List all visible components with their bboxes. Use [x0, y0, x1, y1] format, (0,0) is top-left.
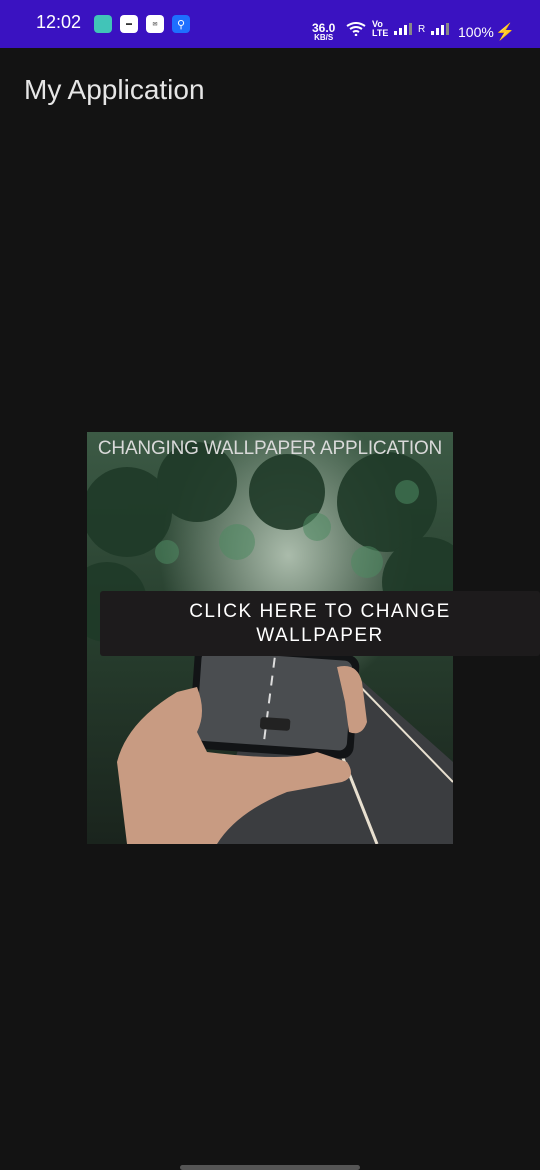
- roaming-label: R: [418, 23, 426, 35]
- volte-label: Vo LTE: [372, 19, 389, 38]
- connectivity-icons: Vo LTE R: [346, 19, 450, 38]
- battery-level: 100%: [458, 24, 494, 40]
- dialer-icon: ▬: [120, 15, 138, 33]
- net-speed-unit: KB/S: [314, 33, 334, 42]
- home-indicator[interactable]: [180, 1165, 360, 1170]
- mail-icon: ✉: [146, 15, 164, 33]
- change-wallpaper-label: CLICK HERE TO CHANGE WALLPAPER: [189, 600, 451, 646]
- usb-icon: ⚲: [172, 15, 190, 33]
- notification-icons: ▬ ✉ ⚲: [94, 15, 190, 33]
- messages-icon: [94, 15, 112, 33]
- app-title: My Application: [24, 74, 205, 105]
- change-wallpaper-button[interactable]: CLICK HERE TO CHANGE WALLPAPER: [100, 591, 540, 656]
- charging-bolt-icon: ⚡: [495, 24, 515, 41]
- status-time: 12:02: [36, 12, 82, 32]
- wifi-icon: [346, 22, 366, 36]
- signal-icon-2: [431, 23, 450, 35]
- net-speed: 36.0 KB/S: [312, 22, 335, 43]
- status-bar: 12:02 ▬ ✉ ⚲ 36.0 KB/S Vo LTE R 100% ⚡: [0, 0, 540, 48]
- card-caption: CHANGING WALLPAPER APPLICATION: [97, 438, 443, 459]
- signal-icon-1: [394, 23, 412, 35]
